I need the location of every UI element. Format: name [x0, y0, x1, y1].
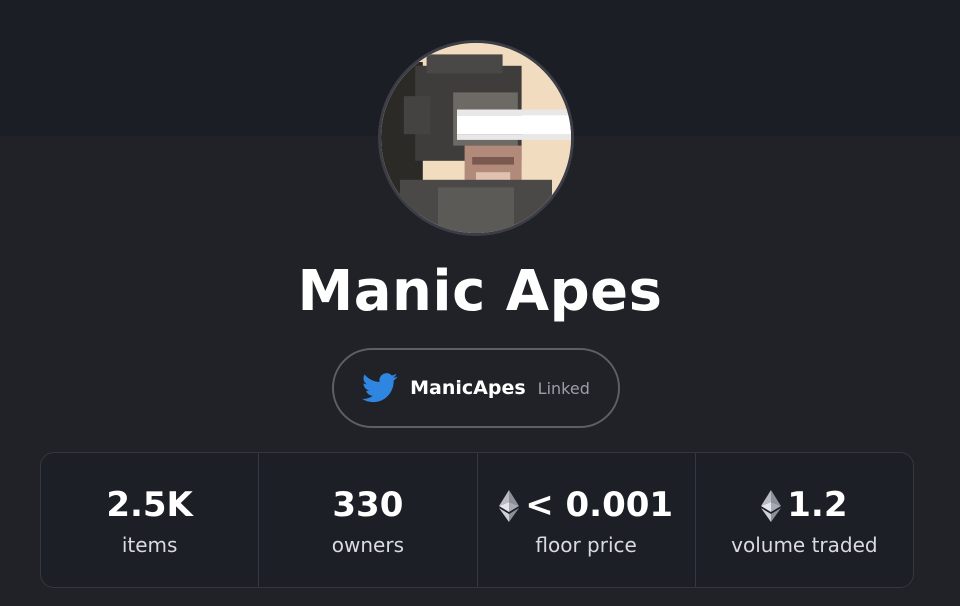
- stat-label: owners: [331, 533, 404, 557]
- stat-value-text: 1.2: [787, 485, 848, 525]
- stat-volume-traded: 1.2 volume traded: [696, 453, 913, 587]
- stat-value-text: 2.5K: [106, 485, 193, 525]
- twitter-handle: ManicApes: [410, 377, 526, 399]
- twitter-link-button[interactable]: ManicApes Linked: [332, 348, 620, 428]
- collection-stats: 2.5K items 330 owners < 0.001 floor pric…: [40, 452, 914, 588]
- stat-value-text: < 0.001: [525, 485, 674, 525]
- stat-items: 2.5K items: [41, 453, 260, 587]
- stat-value: < 0.001: [499, 483, 673, 527]
- ethereum-icon: [761, 489, 782, 522]
- collection-title: Manic Apes: [297, 259, 663, 324]
- stat-label: items: [121, 533, 178, 557]
- stat-owners: 330 owners: [259, 453, 478, 587]
- stat-value: 2.5K: [106, 483, 193, 527]
- stat-label: floor price: [535, 533, 637, 557]
- stat-label: volume traded: [731, 533, 878, 557]
- twitter-bird-icon: [362, 373, 398, 403]
- ape-laser-eyes-avatar-icon: [381, 43, 571, 233]
- twitter-linked-status: Linked: [537, 378, 590, 398]
- collection-avatar[interactable]: [378, 40, 574, 236]
- ethereum-icon: [499, 489, 520, 522]
- stat-value: 330: [332, 483, 403, 527]
- stat-floor-price: < 0.001 floor price: [478, 453, 696, 587]
- collection-page: Manic Apes ManicApes Linked 2.5K items 3…: [0, 0, 960, 606]
- stat-value-text: 330: [332, 485, 404, 525]
- stat-value: 1.2: [761, 483, 847, 527]
